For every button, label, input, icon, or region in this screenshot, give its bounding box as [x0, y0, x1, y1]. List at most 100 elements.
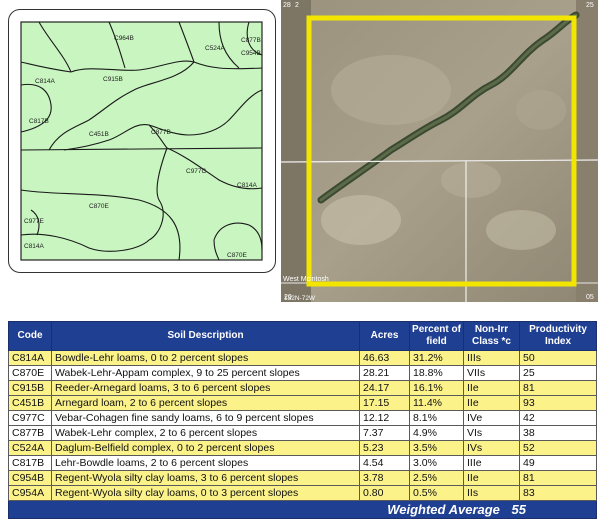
soil-map: C964B C524A C954B C877B C814A C915B C817… — [8, 9, 276, 273]
cell-percent: 2.5% — [409, 470, 464, 486]
cell-description: Wabek-Lehr complex, 2 to 6 percent slope… — [51, 425, 360, 441]
cell-index: 50 — [519, 350, 597, 366]
cell-code: C954B — [8, 470, 52, 486]
cell-description: Arnegard loam, 2 to 6 percent slopes — [51, 395, 360, 411]
cell-code: C915B — [8, 380, 52, 396]
weighted-average-row: Weighted Average 55 — [8, 500, 597, 519]
unit-label: C451B — [89, 131, 109, 138]
cell-percent: 3.0% — [409, 455, 464, 471]
unit-label: C877B — [151, 129, 171, 136]
cell-class: IIIe — [463, 455, 520, 471]
cell-class: IVs — [463, 440, 520, 456]
cell-description: Lehr-Bowdle loams, 2 to 6 percent slopes — [51, 455, 360, 471]
cell-code: C870E — [8, 365, 52, 381]
cell-percent: 3.5% — [409, 440, 464, 456]
table-row: C954B Regent-Wyola silty clay loams, 3 to… — [8, 470, 597, 486]
cell-index: 83 — [519, 485, 597, 501]
cell-class: IIIs — [463, 350, 520, 366]
corner-marker: 25 — [586, 2, 594, 9]
cell-index: 81 — [519, 470, 597, 486]
cell-percent: 31.2% — [409, 350, 464, 366]
soil-map-drawing: C964B C524A C954B C877B C814A C915B C817… — [20, 21, 263, 261]
unit-label: C817B — [29, 118, 49, 125]
cell-acres: 17.15 — [359, 395, 410, 411]
cell-code: C977C — [8, 410, 52, 426]
cell-class: IVe — [463, 410, 520, 426]
cell-class: VIs — [463, 425, 520, 441]
header-code: Code — [8, 321, 52, 351]
unit-label: C964B — [114, 35, 134, 42]
table-row: C814A Bowdle-Lehr loams, 0 to 2 percent s… — [8, 350, 597, 366]
table-row: C977C Vebar-Cohagen fine sandy loams, 6 t… — [8, 410, 597, 426]
weighted-average-cell: Weighted Average 55 — [8, 500, 597, 519]
header-class: Non-Irr Class *c — [463, 321, 520, 351]
cell-acres: 28.21 — [359, 365, 410, 381]
cell-percent: 4.9% — [409, 425, 464, 441]
cell-description: Vebar-Cohagen fine sandy loams, 6 to 9 p… — [51, 410, 360, 426]
township-label: 132N-72W — [284, 295, 316, 302]
table-row: C817B Lehr-Bowdle loams, 2 to 6 percent s… — [8, 455, 597, 471]
cell-percent: 16.1% — [409, 380, 464, 396]
cell-index: 49 — [519, 455, 597, 471]
cell-code: C524A — [8, 440, 52, 456]
corner-marker: 05 — [586, 294, 594, 301]
cell-index: 52 — [519, 440, 597, 456]
unit-label: C870E — [89, 203, 110, 210]
table-row: C954A Regent-Wyola silty clay loams, 0 to… — [8, 485, 597, 501]
unit-label: C814A — [35, 78, 56, 85]
table-row: C870E Wabek-Lehr-Appam complex, 9 to 25 p… — [8, 365, 597, 381]
cell-code: C877B — [8, 425, 52, 441]
aerial-drawing: 28 2 25 20 05 West Mcintosh 132N-72W — [281, 0, 598, 302]
unit-label: C977C — [186, 168, 207, 175]
cell-percent: 11.4% — [409, 395, 464, 411]
cell-acres: 46.63 — [359, 350, 410, 366]
cell-index: 25 — [519, 365, 597, 381]
unit-label: C814A — [237, 182, 258, 189]
table-row: C451B Arnegard loam, 2 to 6 percent slope… — [8, 395, 597, 411]
cell-index: 38 — [519, 425, 597, 441]
weighted-average-label: Weighted Average — [387, 502, 500, 517]
header-percent: Percent of field — [409, 321, 464, 351]
unit-label: C977E — [24, 218, 45, 225]
cell-acres: 3.78 — [359, 470, 410, 486]
table-row: C915B Reeder-Arnegard loams, 3 to 6 perce… — [8, 380, 597, 396]
cell-acres: 7.37 — [359, 425, 410, 441]
cell-description: Daglum-Belfield complex, 0 to 2 percent … — [51, 440, 360, 456]
aerial-imagery: 28 2 25 20 05 West Mcintosh 132N-72W — [281, 0, 598, 302]
soil-map-field — [20, 21, 263, 261]
header-acres: Acres — [359, 321, 410, 351]
cell-acres: 12.12 — [359, 410, 410, 426]
cell-class: IIe — [463, 395, 520, 411]
cell-percent: 0.5% — [409, 485, 464, 501]
cell-acres: 5.23 — [359, 440, 410, 456]
cell-class: VIIs — [463, 365, 520, 381]
cell-description: Regent-Wyola silty clay loams, 3 to 6 pe… — [51, 470, 360, 486]
header-description: Soil Description — [51, 321, 360, 351]
corner-marker: 28 — [283, 2, 291, 9]
cell-description: Wabek-Lehr-Appam complex, 9 to 25 percen… — [51, 365, 360, 381]
cell-acres: 0.80 — [359, 485, 410, 501]
cell-description: Regent-Wyola silty clay loams, 0 to 3 pe… — [51, 485, 360, 501]
unit-label: C915B — [103, 76, 123, 83]
cell-percent: 18.8% — [409, 365, 464, 381]
cell-code: C451B — [8, 395, 52, 411]
soil-table: Code Soil Description Acres Percent of f… — [8, 321, 597, 519]
unit-label: C877B — [241, 37, 261, 44]
unit-label: C524A — [205, 45, 226, 52]
cell-code: C814A — [8, 350, 52, 366]
table-header: Code Soil Description Acres Percent of f… — [8, 321, 597, 351]
cell-index: 42 — [519, 410, 597, 426]
weighted-average-value: 55 — [511, 502, 526, 517]
place-label: West Mcintosh — [283, 276, 329, 283]
cell-percent: 8.1% — [409, 410, 464, 426]
cell-code: C954A — [8, 485, 52, 501]
table-row: C524A Daglum-Belfield complex, 0 to 2 per… — [8, 440, 597, 456]
corner-marker: 2 — [295, 2, 299, 9]
cell-code: C817B — [8, 455, 52, 471]
cell-class: IIe — [463, 470, 520, 486]
cell-index: 93 — [519, 395, 597, 411]
cell-index: 81 — [519, 380, 597, 396]
unit-label: C954B — [241, 50, 261, 57]
unit-label: C870E — [227, 252, 248, 259]
header-index: Productivity Index — [519, 321, 597, 351]
